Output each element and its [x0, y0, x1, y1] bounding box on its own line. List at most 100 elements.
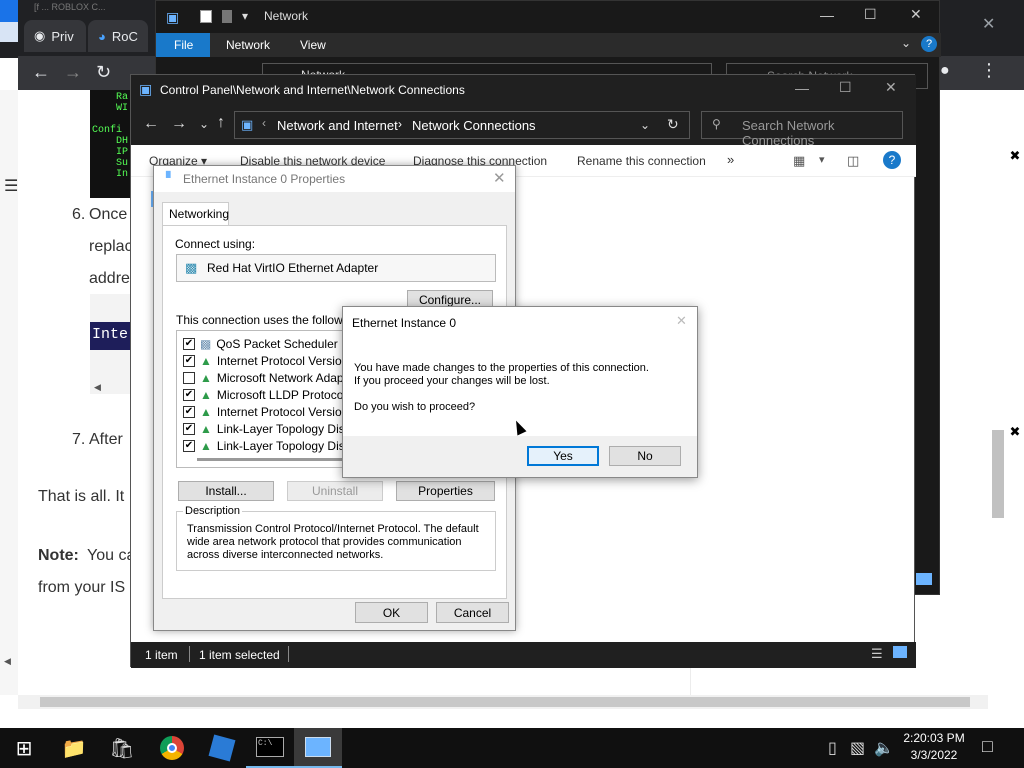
menu-kebab-icon[interactable]: ⋮ — [980, 60, 998, 81]
vertical-scroll-thumb[interactable] — [992, 430, 1004, 518]
tablet-icon[interactable]: ▯ — [828, 738, 837, 758]
nc-address-bar[interactable]: ▣ ‹ Network and Internet › Network Conne… — [234, 111, 690, 139]
component-checkbox[interactable]: ✔ — [183, 337, 195, 350]
preview-pane-icon[interactable]: ◫ — [847, 153, 859, 169]
reload-icon[interactable]: ↻ — [96, 62, 111, 83]
component-checkbox[interactable]: ✔ — [183, 439, 195, 452]
help-icon[interactable]: ? — [921, 36, 937, 52]
maximize-icon[interactable]: ☐ — [864, 6, 877, 23]
ribbon-expand-icon[interactable]: ⌄ — [901, 36, 911, 50]
nc-search-box[interactable]: ⚲ Search Network Connections — [701, 111, 903, 148]
component-checkbox[interactable]: ✔ — [183, 388, 195, 401]
component-item[interactable]: ✔ ▲ Link-Layer Topology Disco — [183, 437, 350, 454]
tray-date[interactable]: 3/3/2022 — [898, 748, 970, 762]
close-icon[interactable]: ✕ — [676, 313, 687, 329]
change-view-icon[interactable]: ▦ — [793, 153, 805, 169]
protocol-icon: ▲ — [200, 370, 212, 385]
chrome-icon[interactable] — [148, 728, 196, 768]
ribbon-tab-network[interactable]: Network — [226, 38, 270, 52]
control-panel-task-icon[interactable] — [294, 728, 342, 768]
up-arrow-icon[interactable]: ↑ — [217, 114, 225, 132]
forward-arrow-icon[interactable]: → — [64, 62, 82, 83]
browser-close-icon[interactable]: ✕ — [982, 14, 995, 34]
large-icons-view-icon[interactable] — [893, 646, 907, 658]
close-icon[interactable]: ✕ — [910, 6, 922, 23]
ribbon-tab-view[interactable]: View — [300, 38, 326, 52]
ethernet-icon: ▘ — [166, 171, 176, 185]
close-icon[interactable]: ✕ — [885, 79, 897, 96]
component-checkbox[interactable]: ✔ — [183, 405, 195, 418]
start-windows-icon[interactable]: ⊞ — [0, 728, 48, 768]
component-item[interactable]: ▲ Microsoft Network Adapter — [183, 369, 350, 386]
breadcrumb-network-connections[interactable]: Network Connections — [412, 118, 536, 133]
minimize-icon[interactable]: — — [795, 80, 809, 96]
component-item[interactable]: ✔ ▲ Internet Protocol Version 6 — [183, 403, 350, 420]
maximize-icon[interactable]: ☐ — [839, 79, 852, 96]
breadcrumb-network-internet[interactable]: Network and Internet — [277, 118, 398, 133]
profile-icon[interactable]: ● — [940, 62, 950, 80]
horizontal-scroll-thumb[interactable] — [40, 697, 970, 707]
component-label: Link-Layer Topology Disco — [216, 421, 351, 436]
ad-close-icon-2[interactable]: ✖ — [1006, 424, 1024, 440]
component-item[interactable]: ✔ ▲ Microsoft LLDP Protocol D — [183, 386, 351, 403]
view-dropdown-icon[interactable]: ▾ — [819, 153, 825, 166]
roblox-logo — [208, 734, 236, 762]
quick-access-dropdown-icon[interactable]: ▾ — [242, 9, 248, 23]
roc-icon: ◕ — [98, 28, 106, 44]
ad-close-icon[interactable]: ✖ — [1006, 148, 1024, 164]
no-button[interactable]: No — [609, 446, 681, 466]
details-view-icon[interactable]: ☰ — [871, 646, 883, 662]
address-dropdown-icon[interactable]: ⌄ — [640, 118, 650, 132]
command-prompt-icon[interactable]: C:\ — [246, 728, 294, 768]
ok-button[interactable]: OK — [355, 602, 428, 623]
component-checkbox[interactable] — [183, 371, 195, 384]
rename-button[interactable]: Rename this connection — [577, 154, 706, 168]
code-snippet-text: Inte — [90, 322, 135, 350]
cmd-logo: C:\ — [256, 737, 284, 757]
component-item[interactable]: ✔ ▩ QoS Packet Scheduler — [183, 335, 338, 352]
minimize-icon[interactable]: — — [820, 7, 834, 23]
properties-quick-icon[interactable] — [200, 10, 212, 23]
status-divider — [288, 646, 289, 662]
tab-networking[interactable]: Networking — [162, 202, 229, 226]
tray-time[interactable]: 2:20:03 PM — [898, 731, 970, 745]
uninstall-button[interactable]: Uninstall — [287, 481, 383, 501]
component-checkbox[interactable]: ✔ — [183, 422, 195, 435]
cancel-button[interactable]: Cancel — [436, 602, 509, 623]
scroll-left-arrow-icon[interactable]: ◀ — [4, 656, 11, 667]
yes-button[interactable]: Yes — [527, 446, 599, 466]
roblox-studio-icon[interactable] — [198, 728, 246, 768]
component-checkbox[interactable]: ✔ — [183, 354, 195, 367]
close-icon[interactable]: ✕ — [493, 169, 506, 187]
adapter-name: Red Hat VirtIO Ethernet Adapter — [207, 261, 379, 275]
more-commands-icon[interactable]: » — [727, 152, 734, 167]
browser-tab-priv[interactable]: ◉ Priv — [24, 20, 86, 52]
back-arrow-icon[interactable]: ← — [143, 115, 159, 133]
component-label: Microsoft LLDP Protocol D — [216, 387, 351, 402]
list-hscroll-thumb[interactable] — [197, 458, 347, 461]
hamburger-icon[interactable]: ☰ — [4, 176, 18, 196]
forward-arrow-icon[interactable]: → — [171, 115, 187, 133]
confirm-message-line2: If you proceed your changes will be lost… — [354, 375, 550, 387]
recent-dropdown-icon[interactable]: ⌄ — [199, 117, 209, 131]
refresh-icon[interactable]: ↻ — [667, 116, 679, 133]
properties-button[interactable]: Properties — [396, 481, 495, 501]
scroll-left-icon[interactable]: ◀ — [94, 382, 101, 393]
back-arrow-icon[interactable]: ← — [32, 62, 50, 83]
components-list[interactable]: ✔ ▩ QoS Packet Scheduler ✔ ▲ Internet Pr… — [176, 330, 351, 468]
ribbon-tab-file[interactable]: File — [156, 33, 210, 57]
large-icons-view-icon[interactable] — [916, 573, 932, 585]
component-item[interactable]: ✔ ▲ Internet Protocol Version 4 — [183, 352, 350, 369]
volume-muted-icon[interactable]: 🔈 — [874, 738, 894, 758]
store-icon[interactable]: 🛍 — [98, 728, 146, 768]
network-tray-icon[interactable]: ▧ — [850, 738, 865, 758]
new-folder-quick-icon[interactable] — [222, 10, 232, 23]
file-explorer-icon[interactable]: 📁 — [50, 728, 98, 768]
notifications-icon[interactable]: □ — [982, 736, 993, 757]
help-icon[interactable]: ? — [883, 151, 901, 169]
network-title-bar: ▣ ▾ Network — ☐ ✕ — [156, 1, 941, 33]
bg-tab-text: [f ... ROBLOX C... — [34, 2, 106, 12]
install-button[interactable]: Install... — [178, 481, 274, 501]
browser-tab-roc[interactable]: ◕ RoC — [88, 20, 148, 52]
component-item[interactable]: ✔ ▲ Link-Layer Topology Disco — [183, 420, 351, 437]
